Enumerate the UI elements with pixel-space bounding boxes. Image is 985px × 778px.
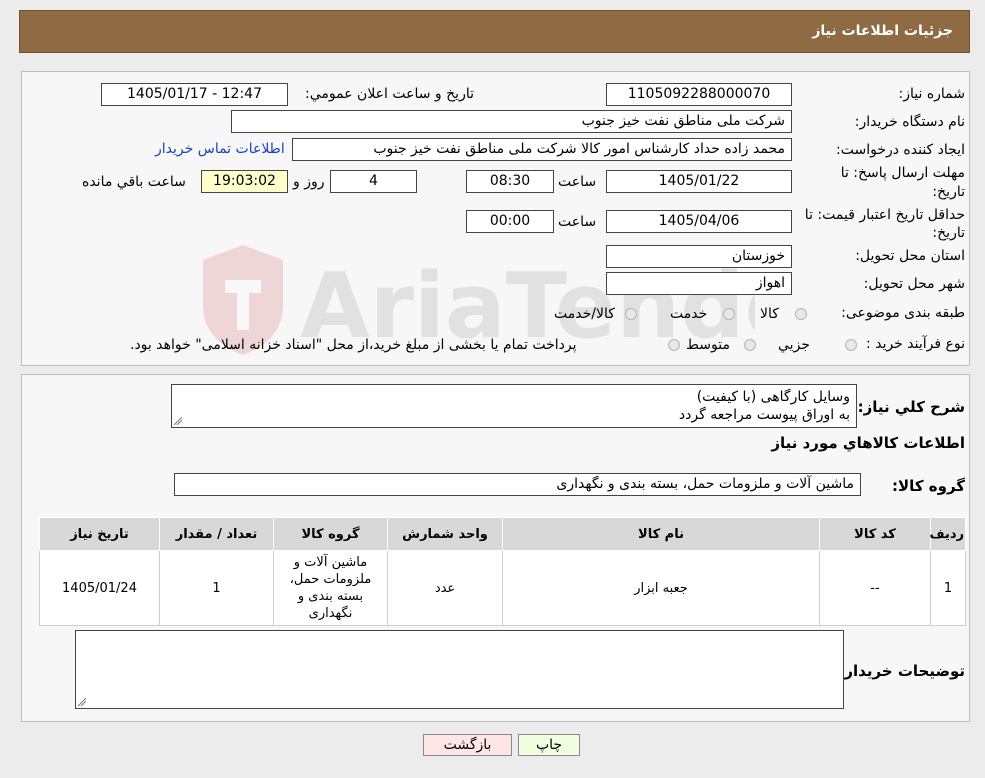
validity-time-field: 00:00 [466, 210, 554, 233]
buyer-contact-link[interactable]: اطلاعات تماس خریدار [155, 141, 285, 157]
validity-time-label: ساعت [558, 214, 597, 230]
cell-item-code: -- [819, 550, 931, 626]
desc-line-2: به اوراق پیوست مراجعه گردد [678, 407, 850, 423]
category-option-goods: کالا [760, 306, 779, 322]
category-option-goods-service: کالا/خدمت [554, 306, 615, 322]
validity-label: حداقل تاریخ اعتبار قیمت: تا [804, 207, 965, 223]
col-header-unit: واحد شمارش [387, 517, 503, 551]
days-label: روز و [293, 174, 325, 190]
col-header-item-code: کد کالا [819, 517, 931, 551]
goods-info-title: اطلاعات کالاهاي مورد نیاز [771, 434, 965, 452]
table-row: 1 -- جعبه ابزار عدد ماشین آلات و ملزومات… [39, 550, 966, 626]
province-field: خوزستان [606, 245, 792, 268]
desc-label: شرح کلي نیاز: [857, 398, 965, 416]
category-radio-goods-service[interactable] [625, 308, 637, 320]
city-field: اهواز [606, 272, 792, 295]
creator-field: محمد زاده حداد کارشناس امور کالا شرکت مل… [292, 138, 792, 161]
deadline-date-field: 1405/01/22 [606, 170, 792, 193]
col-header-need-date: تاریخ نیاز [39, 517, 160, 551]
page-title: جزئیات اطلاعات نیاز [812, 23, 953, 39]
cell-unit: عدد [387, 550, 503, 626]
cell-item-group: ماشین آلات و ملزومات حمل، بسته بندی و نگ… [273, 550, 388, 626]
process-option-medium: متوسط [686, 337, 730, 353]
need-number-label: شماره نیاز: [898, 86, 966, 102]
announce-label: تاریخ و ساعت اعلان عمومي: [305, 86, 474, 102]
process-radio-minor[interactable] [845, 339, 857, 351]
deadline-time-field: 08:30 [466, 170, 554, 193]
goods-group-field: ماشین آلات و ملزومات حمل، بسته بندی و نگ… [174, 473, 861, 496]
process-note: پرداخت تمام یا بخشی از مبلغ خرید،از محل … [130, 337, 577, 353]
category-radio-goods[interactable] [795, 308, 807, 320]
col-header-item-group: گروه کالا [273, 517, 388, 551]
col-header-row-number: ردیف [929, 517, 966, 551]
process-radio-medium[interactable] [744, 339, 756, 351]
desc-textarea[interactable]: وسایل کارگاهی (با کیفیت) به اوراق پیوست … [171, 384, 857, 428]
category-option-service: خدمت [670, 306, 708, 322]
cell-need-date: 1405/01/24 [39, 550, 160, 626]
buyer-notes-label: توضیحات خریدار: [838, 662, 965, 680]
province-label: استان محل تحویل: [855, 248, 965, 264]
deadline-label: مهلت ارسال پاسخ: تا [840, 165, 965, 181]
deadline-time-label: ساعت [558, 174, 597, 190]
creator-label: ایجاد کننده درخواست: [836, 142, 965, 158]
cell-row-number: 1 [930, 550, 966, 626]
days-field: 4 [330, 170, 417, 193]
desc-line-1: وسایل کارگاهی (با کیفیت) [696, 389, 850, 405]
buyer-org-field: شرکت ملی مناطق نفت خیز جنوب [231, 110, 792, 133]
goods-table-header: ردیف کد کالا نام کالا واحد شمارش گروه کا… [39, 517, 966, 551]
validity-date-field: 1405/04/06 [606, 210, 792, 233]
remaining-time-field: 19:03:02 [201, 170, 288, 193]
need-number-field: 1105092288000070 [606, 83, 792, 106]
process-radio-treasury[interactable] [668, 339, 680, 351]
buyer-org-label: نام دستگاه خریدار: [854, 114, 965, 130]
cell-quantity: 1 [159, 550, 274, 626]
goods-table: ردیف کد کالا نام کالا واحد شمارش گروه کا… [39, 517, 966, 626]
deadline-label-2: تاریخ: [932, 184, 965, 200]
col-header-item-name: نام کالا [502, 517, 820, 551]
cell-item-name: جعبه ابزار [502, 550, 820, 626]
validity-label-2: تاریخ: [932, 225, 965, 241]
print-button[interactable]: چاپ [518, 734, 580, 756]
category-radio-service[interactable] [723, 308, 735, 320]
resize-grip-icon[interactable] [78, 698, 86, 706]
remaining-time-label: ساعت باقي مانده [82, 174, 186, 190]
process-option-minor: جزیي [778, 337, 810, 353]
buyer-notes-textarea[interactable] [75, 630, 844, 709]
col-header-quantity: تعداد / مقدار [159, 517, 274, 551]
page-header: جزئیات اطلاعات نیاز [19, 10, 970, 53]
resize-grip-icon[interactable] [174, 417, 182, 425]
process-type-label: نوع فرآیند خرید : [866, 336, 965, 352]
city-label: شهر محل تحویل: [863, 276, 965, 292]
goods-group-label: گروه کالا: [892, 477, 965, 495]
category-label: طبقه بندی موضوعی: [841, 305, 965, 321]
announce-field: 1405/01/17 - 12:47 [101, 83, 288, 106]
back-button[interactable]: بازگشت [423, 734, 512, 756]
